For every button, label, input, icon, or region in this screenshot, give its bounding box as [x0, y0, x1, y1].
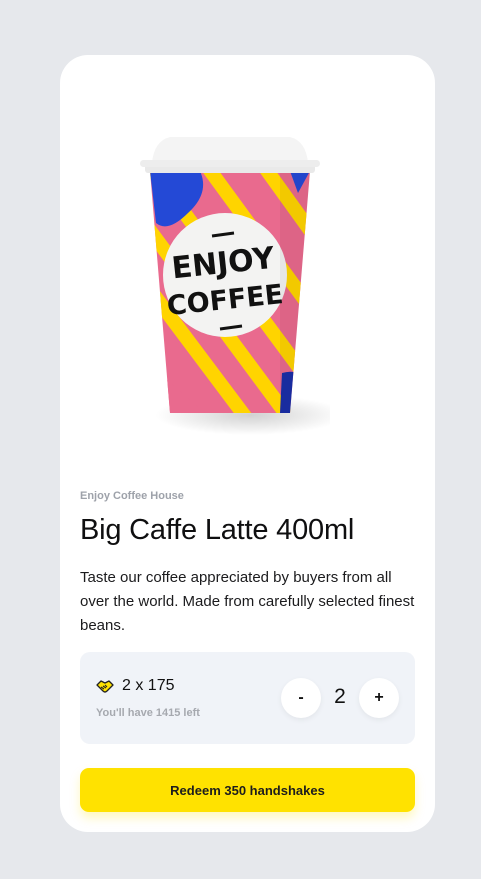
redeem-button[interactable]: Redeem 350 handshakes [80, 768, 415, 812]
product-card: ENJOY COFFEE Enjoy Coffee House Big Caff… [60, 55, 435, 832]
quantity-value: 2 [334, 685, 346, 708]
redeem-panel: 2 x 175 You'll have 1415 left - 2 + [80, 652, 415, 744]
points-remaining: You'll have 1415 left [96, 707, 200, 719]
product-title: Big Caffe Latte 400ml [80, 514, 355, 546]
product-image: ENJOY COFFEE [140, 137, 330, 435]
product-description: Taste our coffee appreciated by buyers f… [80, 569, 415, 634]
points-multiplier: 2 x 175 [122, 677, 175, 694]
increase-quantity-button[interactable]: + [359, 678, 399, 718]
handshake-icon [96, 680, 114, 693]
decrease-quantity-button[interactable]: - [281, 678, 321, 718]
brand-label: Enjoy Coffee House [80, 490, 184, 502]
